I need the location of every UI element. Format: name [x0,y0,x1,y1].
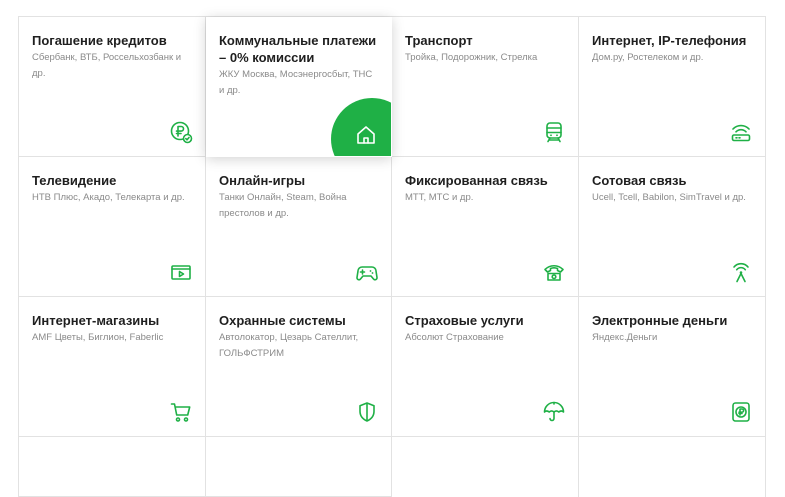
highlight-circle [331,98,391,156]
tile-partial [19,437,206,497]
shield-icon [355,400,379,424]
tile-title: Онлайн-игры [219,173,306,188]
tile-subtitle: Яндекс.Деньги [592,332,658,343]
ruble-check-icon [169,120,193,144]
tile-subtitle: Сбербанк, ВТБ, Россельхозбанк и др. [32,52,182,79]
tile-title: Интернет-магазины [32,313,160,328]
tile-partial [392,437,579,497]
tile-insurance[interactable]: Страховые услуги Абсолют Страхование [392,297,579,437]
tile-fixed-line[interactable]: Фиксированная связь МТТ, МТС и др. [392,157,579,297]
cart-icon [169,400,193,424]
tile-title: Электронные деньги [592,313,728,328]
ruble-wallet-icon [729,400,753,424]
antenna-icon [729,260,753,284]
tile-title: Телевидение [32,173,117,188]
gamepad-icon [355,260,379,284]
tile-subtitle: AMF Цветы, Биглион, Faberlic [32,332,164,343]
tile-mobile[interactable]: Сотовая связь Ucell, Tcell, Babilon, Sim… [579,157,766,297]
tile-title: Сотовая связь [592,173,687,188]
tile-subtitle: Тройка, Подорожник, Стрелка [405,52,538,63]
tile-title: Охранные системы [219,313,346,328]
tile-title: Погашение кредитов [32,33,167,48]
tile-internet-ip-telephony[interactable]: Интернет, IP-телефония Дом.ру, Ростелеко… [579,17,766,157]
tv-icon [169,260,193,284]
tile-title: Транспорт [405,33,473,48]
tile-loan-repayment[interactable]: Погашение кредитов Сбербанк, ВТБ, Россел… [19,17,206,157]
phone-icon [542,260,566,284]
tile-subtitle: Автолокатор, Цезарь Сателлит, ГОЛЬФСТРИМ [219,332,359,359]
tile-subtitle: Абсолют Страхование [405,332,504,343]
payment-categories-grid: Погашение кредитов Сбербанк, ВТБ, Россел… [18,16,766,497]
tile-partial [206,437,392,497]
tile-subtitle: ЖКУ Москва, Мосэнергосбыт, ТНС и др. [219,69,373,96]
tile-e-money[interactable]: Электронные деньги Яндекс.Деньги [579,297,766,437]
tile-online-games[interactable]: Онлайн-игры Танки Онлайн, Steam, Война п… [206,157,392,297]
tile-transport[interactable]: Транспорт Тройка, Подорожник, Стрелка [392,17,579,157]
tile-subtitle: Ucell, Tcell, Babilon, SimTravel и др. [592,192,746,203]
tile-title: Страховые услуги [405,313,524,328]
wifi-router-icon [729,120,753,144]
tile-subtitle: Танки Онлайн, Steam, Война престолов и д… [219,192,347,219]
home-icon [357,126,375,144]
tile-television[interactable]: Телевидение НТВ Плюс, Акадо, Телекарта и… [19,157,206,297]
tile-title: Фиксированная связь [405,173,548,188]
tile-title: Интернет, IP-телефония [592,33,747,48]
tile-subtitle: НТВ Плюс, Акадо, Телекарта и др. [32,192,185,203]
umbrella-icon [542,400,566,424]
train-icon [542,120,566,144]
tile-subtitle: МТТ, МТС и др. [405,192,474,203]
tile-security-systems[interactable]: Охранные системы Автолокатор, Цезарь Сат… [206,297,392,437]
tile-subtitle: Дом.ру, Ростелеком и др. [592,52,704,63]
tile-utilities[interactable]: Коммунальные платежи – 0% комиссии ЖКУ М… [206,17,392,157]
tile-partial [579,437,766,497]
tile-online-shops[interactable]: Интернет-магазины AMF Цветы, Биглион, Fa… [19,297,206,437]
tile-title: Коммунальные платежи – 0% комиссии [219,33,377,65]
